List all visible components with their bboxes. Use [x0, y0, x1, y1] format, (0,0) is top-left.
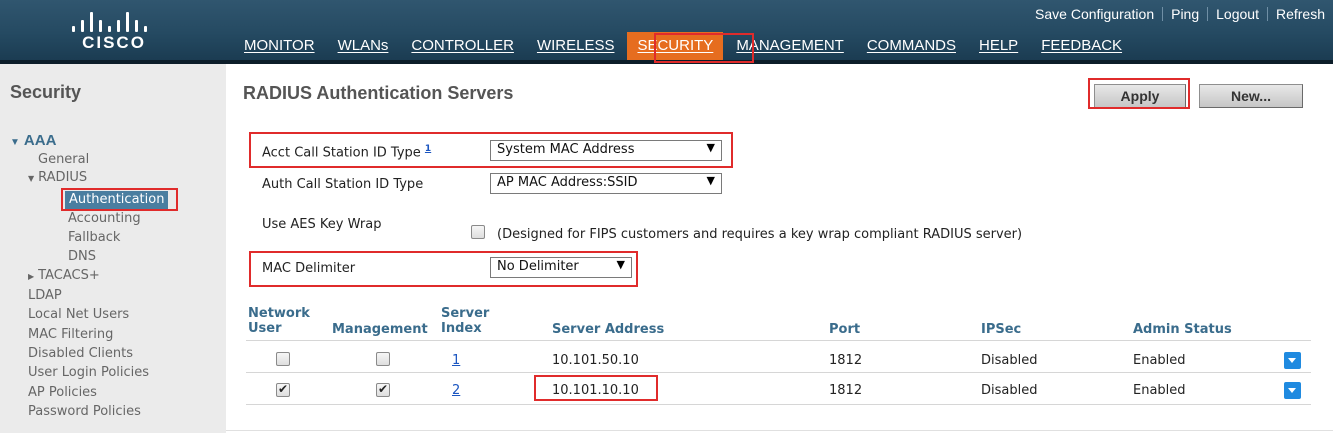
col-server-address: Server Address	[552, 322, 665, 337]
sidebar-item-aaa[interactable]: ▼ AAA	[10, 132, 56, 149]
row2-actions-dropdown[interactable]	[1284, 382, 1301, 399]
col-server-index-line1: Server	[441, 306, 490, 321]
cisco-logo: CISCO	[64, 6, 164, 56]
row2-port: 1812	[829, 383, 863, 398]
cisco-logo-text: CISCO	[82, 33, 146, 52]
sidebar-item-dns[interactable]: DNS	[68, 249, 96, 264]
col-network-user: Network User	[248, 306, 310, 336]
row1-admin-status: Enabled	[1133, 353, 1186, 368]
apply-button[interactable]: Apply	[1094, 84, 1186, 108]
sidebar-item-ldap[interactable]: LDAP	[28, 288, 62, 303]
sidebar-item-aaa-label: AAA	[23, 132, 57, 149]
col-network-user-line1: Network	[248, 306, 310, 321]
auth-call-station-id-select[interactable]: AP MAC Address:SSID ▼	[490, 173, 722, 194]
nav-management[interactable]: MANAGEMENT	[726, 32, 854, 62]
sidebar-item-fallback[interactable]: Fallback	[68, 230, 120, 245]
cisco-logo-bars-icon	[70, 10, 154, 32]
col-ipsec: IPSec	[981, 322, 1022, 337]
sidebar-item-radius-label: RADIUS	[38, 170, 88, 185]
acct-call-station-id-label: Acct Call Station ID Type 1	[262, 144, 431, 160]
nav-wlans[interactable]: WLANs	[328, 32, 399, 62]
col-network-user-line2: User	[248, 321, 282, 336]
row1-port: 1812	[829, 353, 863, 368]
row2-management-checkbox[interactable]: ✔	[376, 382, 390, 397]
sidebar: Security ▼ AAA General ▼ RADIUS Authentica…	[0, 64, 226, 433]
select-arrow-icon: ▼	[706, 141, 715, 154]
bottom-divider	[226, 430, 1333, 431]
nav-feedback[interactable]: FEEDBACK	[1031, 32, 1132, 62]
nav-controller[interactable]: CONTROLLER	[401, 32, 524, 62]
row1-ipsec: Disabled	[981, 353, 1038, 368]
sidebar-item-tacacs-label: TACACS+	[38, 268, 100, 283]
col-management: Management	[332, 322, 428, 337]
row2-server-address: 10.101.10.10	[552, 383, 639, 398]
col-server-index-line2: Index	[441, 321, 482, 336]
aes-key-wrap-note: (Designed for FIPS customers and require…	[497, 227, 1023, 242]
auth-call-station-id-value: AP MAC Address:SSID	[497, 175, 638, 190]
sidebar-title: Security	[10, 82, 82, 102]
col-server-index: Server Index	[441, 306, 489, 336]
ping-link[interactable]: Ping	[1163, 7, 1209, 21]
sidebar-item-mac-filtering[interactable]: MAC Filtering	[28, 327, 113, 342]
nav-help[interactable]: HELP	[969, 32, 1028, 62]
select-arrow-icon: ▼	[706, 174, 715, 187]
triangle-down-icon: ▼	[28, 174, 35, 183]
acct-call-station-id-label-text: Acct Call Station ID Type	[262, 145, 421, 161]
nav-monitor[interactable]: MONITOR	[234, 32, 325, 62]
main-nav: MONITOR WLANs CONTROLLER WIRELESS SECURI…	[234, 32, 1135, 62]
row1-network-user-checkbox[interactable]	[276, 352, 290, 366]
col-port: Port	[829, 322, 861, 337]
row1-actions-dropdown[interactable]	[1284, 352, 1301, 369]
triangle-right-icon: ▶	[28, 272, 35, 281]
save-configuration-link[interactable]: Save Configuration	[1027, 7, 1164, 21]
nav-commands[interactable]: COMMANDS	[857, 32, 966, 62]
acct-call-station-id-select[interactable]: System MAC Address ▼	[490, 140, 722, 161]
sidebar-item-disabled-clients[interactable]: Disabled Clients	[28, 346, 133, 361]
auth-call-station-id-label: Auth Call Station ID Type	[262, 177, 424, 192]
sidebar-item-password-policies[interactable]: Password Policies	[28, 404, 141, 419]
sidebar-item-user-login-policies[interactable]: User Login Policies	[28, 365, 149, 380]
sidebar-item-authentication[interactable]: Authentication	[65, 191, 169, 209]
refresh-link[interactable]: Refresh	[1268, 7, 1327, 21]
row2-admin-status: Enabled	[1133, 383, 1186, 398]
top-header: CISCO Save Configuration Ping Logout Ref…	[0, 0, 1333, 62]
table-row-divider	[246, 372, 1311, 373]
chevron-down-icon	[1288, 358, 1296, 363]
col-admin-status: Admin Status	[1133, 322, 1232, 337]
acct-call-station-id-value: System MAC Address	[497, 142, 635, 157]
nav-wireless[interactable]: WIRELESS	[527, 32, 625, 62]
select-arrow-icon: ▼	[616, 258, 625, 271]
sidebar-item-radius[interactable]: ▼ RADIUS	[28, 170, 87, 185]
top-links: Save Configuration Ping Logout Refresh	[1027, 4, 1327, 24]
row2-ipsec: Disabled	[981, 383, 1038, 398]
row2-server-index-link[interactable]: 2	[452, 383, 460, 398]
sidebar-item-accounting[interactable]: Accounting	[68, 211, 141, 226]
new-button[interactable]: New...	[1199, 84, 1303, 108]
nav-security[interactable]: SECURITY	[627, 32, 724, 62]
sidebar-item-general[interactable]: General	[38, 152, 89, 167]
aes-key-wrap-label: Use AES Key Wrap	[262, 217, 382, 232]
triangle-down-icon: ▼	[10, 137, 20, 148]
checkmark-icon: ✔	[378, 382, 389, 396]
mac-delimiter-select[interactable]: No Delimiter ▼	[490, 257, 632, 278]
row1-server-address: 10.101.50.10	[552, 353, 639, 368]
checkmark-icon: ✔	[278, 382, 289, 396]
table-header-divider	[246, 340, 1311, 341]
row1-server-index-link[interactable]: 1	[452, 353, 460, 368]
logout-link[interactable]: Logout	[1208, 7, 1268, 21]
row1-management-checkbox[interactable]	[376, 352, 390, 366]
table-row-divider	[246, 404, 1311, 405]
mac-delimiter-label: MAC Delimiter	[262, 261, 356, 276]
page-title: RADIUS Authentication Servers	[243, 83, 514, 103]
sidebar-item-local-net-users[interactable]: Local Net Users	[28, 307, 129, 322]
row2-network-user-checkbox[interactable]: ✔	[276, 382, 290, 397]
acct-footnote-link[interactable]: 1	[425, 144, 431, 154]
sidebar-item-ap-policies[interactable]: AP Policies	[28, 385, 97, 400]
sidebar-item-tacacs[interactable]: ▶ TACACS+	[28, 268, 100, 283]
aes-key-wrap-checkbox[interactable]	[471, 225, 485, 239]
mac-delimiter-value: No Delimiter	[497, 259, 579, 274]
chevron-down-icon	[1288, 388, 1296, 393]
